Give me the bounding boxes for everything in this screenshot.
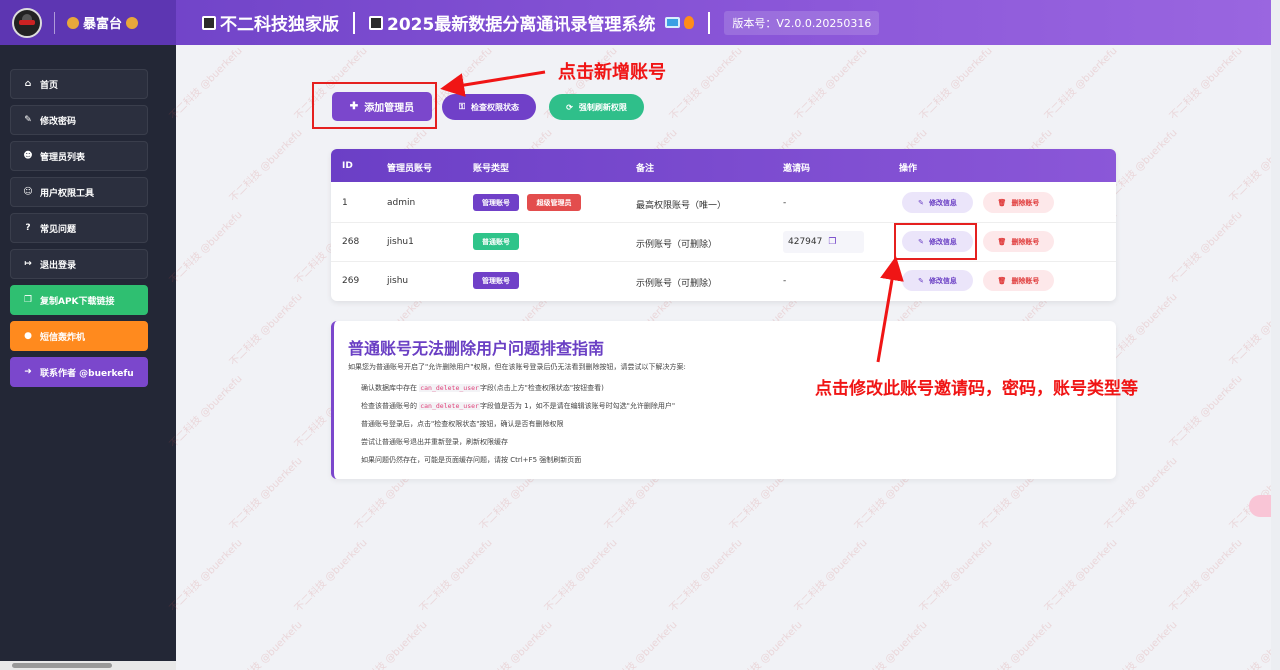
floating-tool-button[interactable] xyxy=(1249,495,1273,517)
annotation-edit-account: 点击修改此账号邀请码，密码，账号类型等 xyxy=(815,379,1138,399)
arrow-to-add-button xyxy=(440,70,546,97)
arrow-to-edit-button xyxy=(876,256,904,363)
vertical-scrollbar[interactable] xyxy=(1271,0,1280,670)
annotation-add-account: 点击新增账号 xyxy=(558,62,666,83)
annotation-arrows xyxy=(440,70,904,363)
